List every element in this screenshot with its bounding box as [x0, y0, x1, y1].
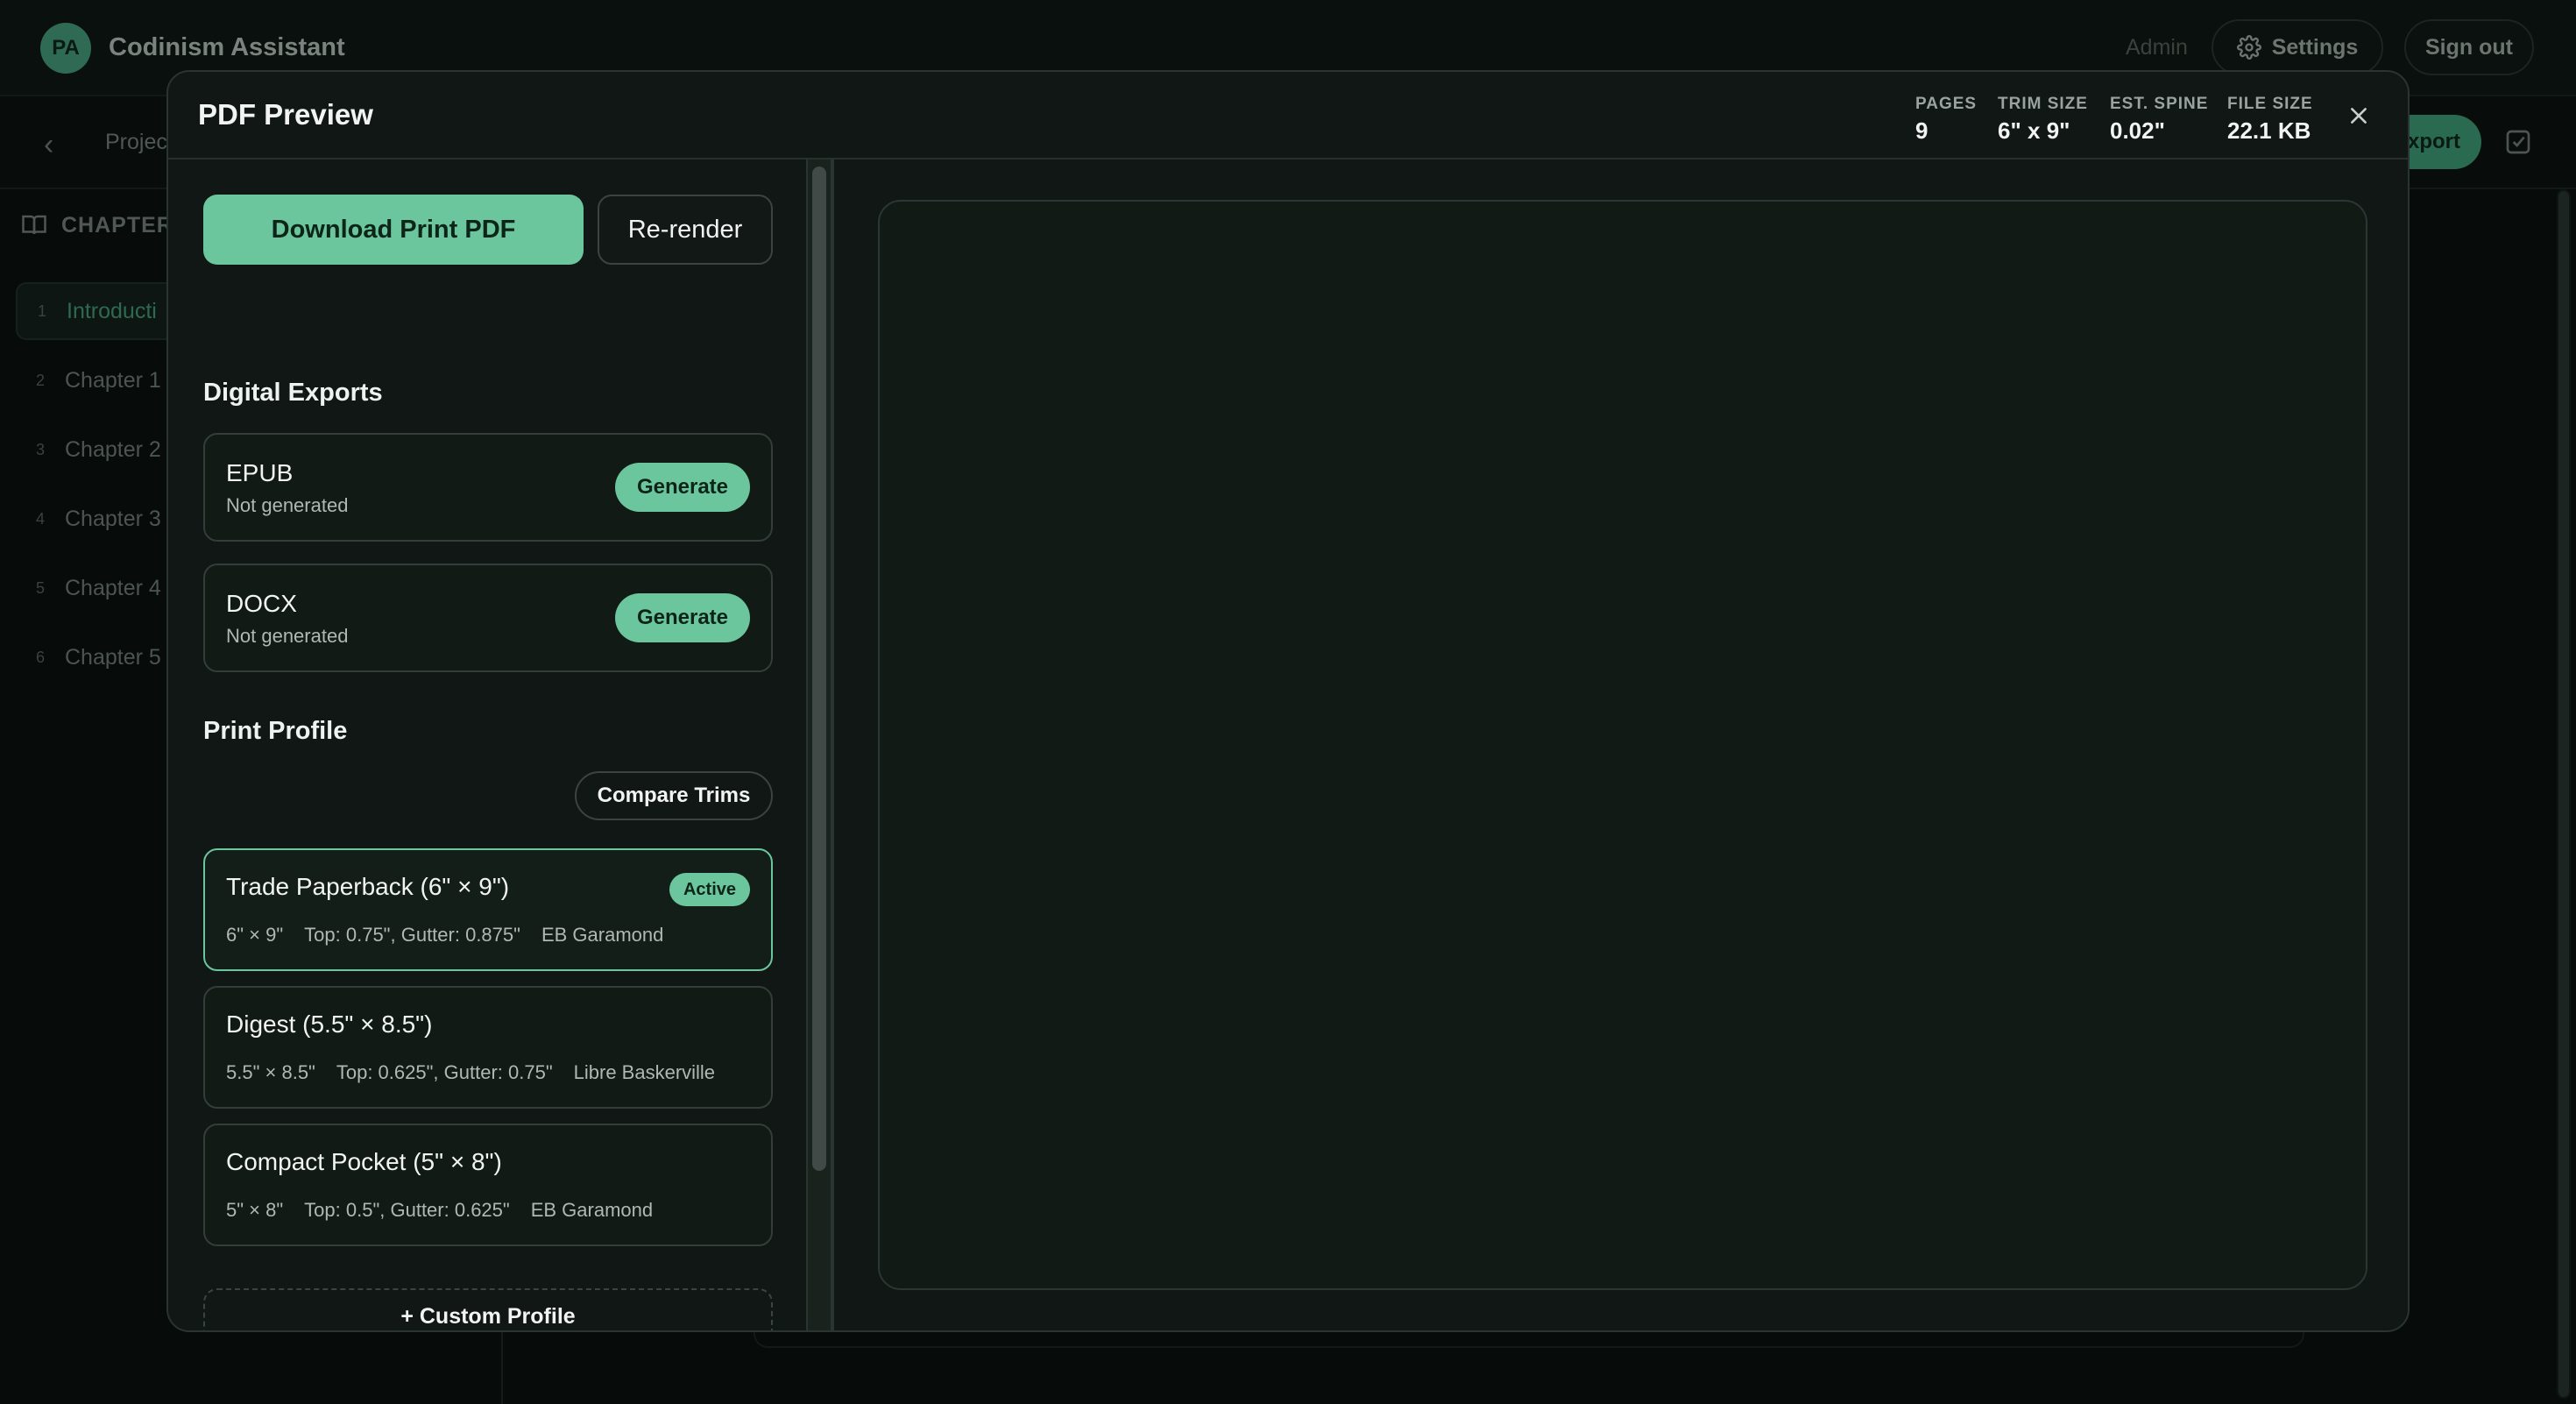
chapter-label: Chapter 5 — [65, 644, 161, 670]
chapter-label: Chapter 3 — [65, 506, 161, 531]
scrollbar-thumb[interactable] — [812, 167, 826, 1171]
export-name: DOCX — [226, 590, 297, 617]
profile-card-compact-pocket[interactable]: Compact Pocket (5" × 8") 5" × 8" Top: 0.… — [203, 1124, 773, 1246]
chapter-label: Chapter 1 — [65, 367, 161, 393]
chapter-number: 3 — [35, 440, 45, 458]
checkbox-icon[interactable] — [2504, 128, 2532, 156]
profile-margins: Top: 0.5", Gutter: 0.625" — [304, 1199, 510, 1221]
chapter-label: Chapter 2 — [65, 436, 161, 462]
profile-size: 5" × 8" — [226, 1199, 284, 1221]
docx-export-card: DOCX Not generated Generate — [203, 564, 773, 672]
book-icon — [22, 215, 46, 235]
stat-value: 0.02" — [2110, 117, 2165, 144]
profile-card-digest[interactable]: Digest (5.5" × 8.5") 5.5" × 8.5" Top: 0.… — [203, 986, 773, 1109]
chapter-number: 2 — [35, 371, 45, 389]
stat-value: 9 — [1915, 117, 1928, 144]
modal-title: PDF Preview — [198, 98, 373, 131]
stat-value: 6" x 9" — [1998, 117, 2070, 144]
gear-icon — [2236, 35, 2261, 60]
digital-exports-title: Digital Exports — [203, 379, 383, 407]
stat-label: FILE SIZE — [2227, 95, 2313, 113]
modal-header: PDF Preview PAGES 9 TRIM SIZE 6" x 9" ES… — [168, 72, 2408, 160]
profile-meta: 5" × 8" Top: 0.5", Gutter: 0.625" EB Gar… — [226, 1199, 653, 1222]
generate-docx-button[interactable]: Generate — [615, 593, 750, 642]
profile-size: 6" × 9" — [226, 924, 284, 946]
epub-export-card: EPUB Not generated Generate — [203, 433, 773, 542]
page-scrollbar[interactable] — [2557, 189, 2571, 1399]
close-icon — [2351, 108, 2367, 124]
profile-card-trade-paperback[interactable]: Trade Paperback (6" × 9") Active 6" × 9"… — [203, 848, 773, 971]
stat-value: 22.1 KB — [2227, 117, 2311, 144]
export-options-pane: Download Print PDF Re-render Digital Exp… — [168, 160, 808, 1330]
chevron-left-icon[interactable]: ‹ — [44, 128, 53, 162]
profile-font: EB Garamond — [541, 924, 664, 946]
profile-name: Digest (5.5" × 8.5") — [226, 1010, 433, 1038]
stat-label: PAGES — [1915, 95, 1978, 113]
stat-file-size: FILE SIZE 22.1 KB — [2227, 95, 2313, 145]
profile-font: Libre Baskerville — [573, 1061, 716, 1083]
stat-label: EST. SPINE — [2110, 95, 2209, 113]
download-print-pdf-button[interactable]: Download Print PDF — [203, 195, 584, 265]
chapter-number: 1 — [37, 301, 46, 320]
export-status: Not generated — [226, 494, 349, 516]
export-name: EPUB — [226, 459, 294, 486]
stat-est-spine: EST. SPINE 0.02" — [2110, 95, 2208, 145]
profile-name: Trade Paperback (6" × 9") — [226, 873, 510, 900]
pane-scrollbar[interactable] — [808, 160, 831, 1330]
pane-border — [831, 160, 834, 1330]
chapter-label: Introducti — [67, 298, 157, 323]
custom-profile-button[interactable]: + Custom Profile — [203, 1288, 773, 1330]
admin-link[interactable]: Admin — [2126, 35, 2188, 60]
compare-trims-button[interactable]: Compare Trims — [575, 771, 773, 820]
close-button[interactable] — [2341, 98, 2376, 133]
active-badge: Active — [669, 873, 750, 906]
pdf-preview-frame[interactable] — [878, 200, 2367, 1290]
chapter-number: 4 — [35, 509, 45, 528]
stat-label: TRIM SIZE — [1998, 95, 2088, 113]
generate-epub-button[interactable]: Generate — [615, 463, 750, 512]
profile-margins: Top: 0.75", Gutter: 0.875" — [304, 924, 520, 946]
profile-meta: 6" × 9" Top: 0.75", Gutter: 0.875" EB Ga… — [226, 924, 663, 947]
re-render-button[interactable]: Re-render — [598, 195, 773, 265]
sign-out-button[interactable]: Sign out — [2404, 19, 2534, 75]
chapters-label: CHAPTER — [61, 212, 173, 238]
pdf-preview-modal: PDF Preview PAGES 9 TRIM SIZE 6" x 9" ES… — [166, 70, 2410, 1332]
chapter-number: 5 — [35, 578, 45, 597]
settings-button[interactable]: Settings — [2212, 19, 2383, 75]
profile-margins: Top: 0.625", Gutter: 0.75" — [336, 1061, 553, 1083]
chapter-label: Chapter 4 — [65, 575, 161, 600]
profile-name: Compact Pocket (5" × 8") — [226, 1148, 502, 1175]
profile-size: 5.5" × 8.5" — [226, 1061, 315, 1083]
scrollbar-thumb[interactable] — [2558, 191, 2569, 1397]
stat-pages: PAGES 9 — [1915, 95, 1977, 145]
profile-font: EB Garamond — [530, 1199, 654, 1221]
export-status: Not generated — [226, 625, 349, 647]
app-title: Codinism Assistant — [109, 33, 345, 61]
chapter-number: 6 — [35, 648, 45, 666]
avatar[interactable]: PA — [40, 23, 91, 74]
breadcrumb[interactable]: Projec — [105, 130, 167, 155]
settings-label: Settings — [2271, 34, 2359, 60]
profile-meta: 5.5" × 8.5" Top: 0.625", Gutter: 0.75" L… — [226, 1061, 715, 1084]
print-profile-title: Print Profile — [203, 717, 348, 745]
chapters-heading: CHAPTER — [21, 212, 173, 238]
stat-trim-size: TRIM SIZE 6" x 9" — [1998, 95, 2088, 145]
